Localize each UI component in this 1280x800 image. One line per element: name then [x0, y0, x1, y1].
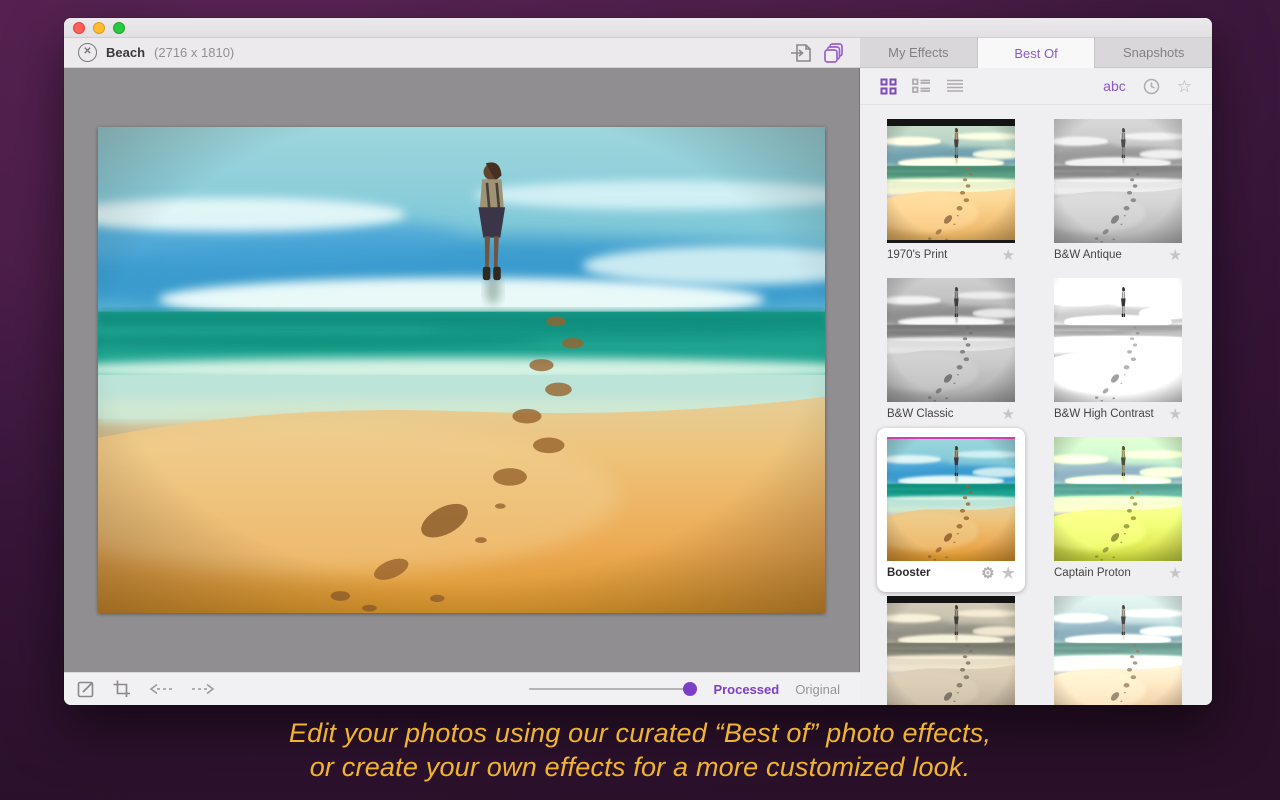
list-thumb-view-icon — [912, 78, 931, 94]
export-button[interactable] — [789, 42, 813, 64]
effect-thumbnail[interactable] — [1054, 437, 1182, 561]
processed-toggle[interactable]: Processed — [713, 682, 779, 697]
favorite-star-icon[interactable]: ★ — [1002, 248, 1015, 263]
list-view-button[interactable] — [946, 79, 964, 93]
effect-cell[interactable]: 1970's Print ★ — [887, 119, 1015, 267]
window-titlebar[interactable] — [64, 18, 1212, 38]
effects-sidebar: My Effects Best Of Snapshots — [860, 38, 1212, 705]
effect-cell[interactable]: B&W Classic ★ — [887, 278, 1015, 426]
beach-scene — [887, 119, 1015, 243]
undo-button[interactable] — [148, 682, 174, 696]
sort-alphabetical-button[interactable]: abc — [1103, 78, 1126, 94]
document-title: Beach — [106, 45, 145, 60]
effect-accent-line — [887, 437, 1015, 439]
favorite-star-icon[interactable]: ★ — [1002, 566, 1015, 581]
effect-name: B&W Antique — [1054, 249, 1122, 261]
beach-scene — [1054, 119, 1182, 243]
beach-scene — [887, 437, 1015, 561]
minimize-window-button[interactable] — [93, 22, 105, 34]
effect-thumbnail[interactable] — [887, 596, 1015, 705]
favorite-star-icon[interactable]: ★ — [1169, 248, 1182, 263]
zoom-window-button[interactable] — [113, 22, 125, 34]
redo-arrow-icon — [190, 682, 216, 696]
duplicate-button[interactable] — [822, 41, 846, 65]
effect-thumbnail[interactable] — [1054, 119, 1182, 243]
effect-settings-gear-icon[interactable]: ⚙ — [981, 566, 994, 581]
edit-icon — [76, 679, 96, 699]
effect-cell[interactable]: B&W Antique ★ — [1054, 119, 1182, 267]
tab-snapshots[interactable]: Snapshots — [1095, 38, 1212, 68]
favorite-star-icon[interactable]: ★ — [1002, 407, 1015, 422]
redo-button[interactable] — [190, 682, 216, 696]
film-frame-bar — [887, 240, 1015, 243]
marketing-caption: Edit your photos using our curated “Best… — [0, 716, 1280, 784]
effect-thumbnail[interactable] — [1054, 278, 1182, 402]
crop-button[interactable] — [112, 679, 132, 699]
beach-scene — [1054, 437, 1182, 561]
export-icon — [789, 42, 813, 64]
effect-thumbnail[interactable] — [1054, 596, 1182, 705]
effect-cell[interactable] — [1054, 596, 1182, 705]
slider-track — [529, 688, 697, 690]
list-view-icon — [946, 79, 964, 93]
tab-my-effects[interactable]: My Effects — [860, 38, 978, 68]
app-window: ✕ Beach (2716 x 1810) — [64, 18, 1212, 705]
close-window-button[interactable] — [73, 22, 85, 34]
effects-grid: 1970's Print ★ — [860, 105, 1212, 705]
effect-name: Booster — [887, 567, 930, 579]
photo-canvas — [64, 68, 860, 672]
tab-best-of[interactable]: Best Of — [978, 38, 1096, 68]
beach-scene — [887, 596, 1015, 705]
grid-view-button[interactable] — [880, 78, 897, 95]
effect-thumbnail[interactable] — [887, 119, 1015, 243]
sidebar-tabs: My Effects Best Of Snapshots — [860, 38, 1212, 68]
crop-icon — [112, 679, 132, 699]
document-dimensions: (2716 x 1810) — [154, 45, 234, 60]
beach-scene — [1054, 278, 1182, 402]
film-frame-bar — [887, 596, 1015, 603]
effect-name: 1970's Print — [887, 249, 947, 261]
photo-canvas-image[interactable] — [98, 127, 825, 613]
edit-adjust-button[interactable] — [76, 679, 96, 699]
effect-name: B&W High Contrast — [1054, 408, 1154, 420]
slider-knob[interactable] — [683, 682, 697, 696]
effect-intensity-slider[interactable] — [529, 682, 697, 696]
view-options-toolbar: abc ☆ — [860, 68, 1212, 105]
effect-thumbnail[interactable] — [887, 278, 1015, 402]
effect-cell[interactable]: B&W High Contrast ★ — [1054, 278, 1182, 426]
effect-cell[interactable]: Captain Proton ★ — [1054, 437, 1182, 585]
beach-scene — [1054, 596, 1182, 705]
effect-thumbnail[interactable] — [887, 437, 1015, 561]
beach-scene — [98, 127, 825, 613]
favorite-star-icon[interactable]: ★ — [1169, 407, 1182, 422]
undo-arrow-icon — [148, 682, 174, 696]
effect-cell[interactable] — [887, 596, 1015, 705]
beach-scene — [887, 278, 1015, 402]
effect-cell[interactable]: Booster ⚙ ★ — [887, 437, 1015, 585]
close-document-icon[interactable]: ✕ — [78, 43, 97, 62]
caption-line-1: Edit your photos using our curated “Best… — [0, 716, 1280, 750]
favorite-star-icon[interactable]: ★ — [1169, 566, 1182, 581]
effect-name: Captain Proton — [1054, 567, 1131, 579]
sort-recent-button[interactable] — [1143, 78, 1160, 95]
clock-icon — [1143, 78, 1160, 95]
list-thumb-view-button[interactable] — [912, 78, 931, 94]
copies-icon — [822, 41, 846, 65]
film-frame-bar — [887, 119, 1015, 126]
bottom-toolbar: Processed Original — [64, 672, 860, 705]
grid-view-icon — [880, 78, 897, 95]
editor-pane: ✕ Beach (2716 x 1810) — [64, 38, 860, 705]
effect-name: B&W Classic — [887, 408, 953, 420]
document-toolbar: ✕ Beach (2716 x 1810) — [64, 38, 860, 68]
caption-line-2: or create your own effects for a more cu… — [0, 750, 1280, 784]
favorites-filter-button[interactable]: ☆ — [1177, 78, 1192, 95]
original-toggle[interactable]: Original — [795, 682, 840, 697]
